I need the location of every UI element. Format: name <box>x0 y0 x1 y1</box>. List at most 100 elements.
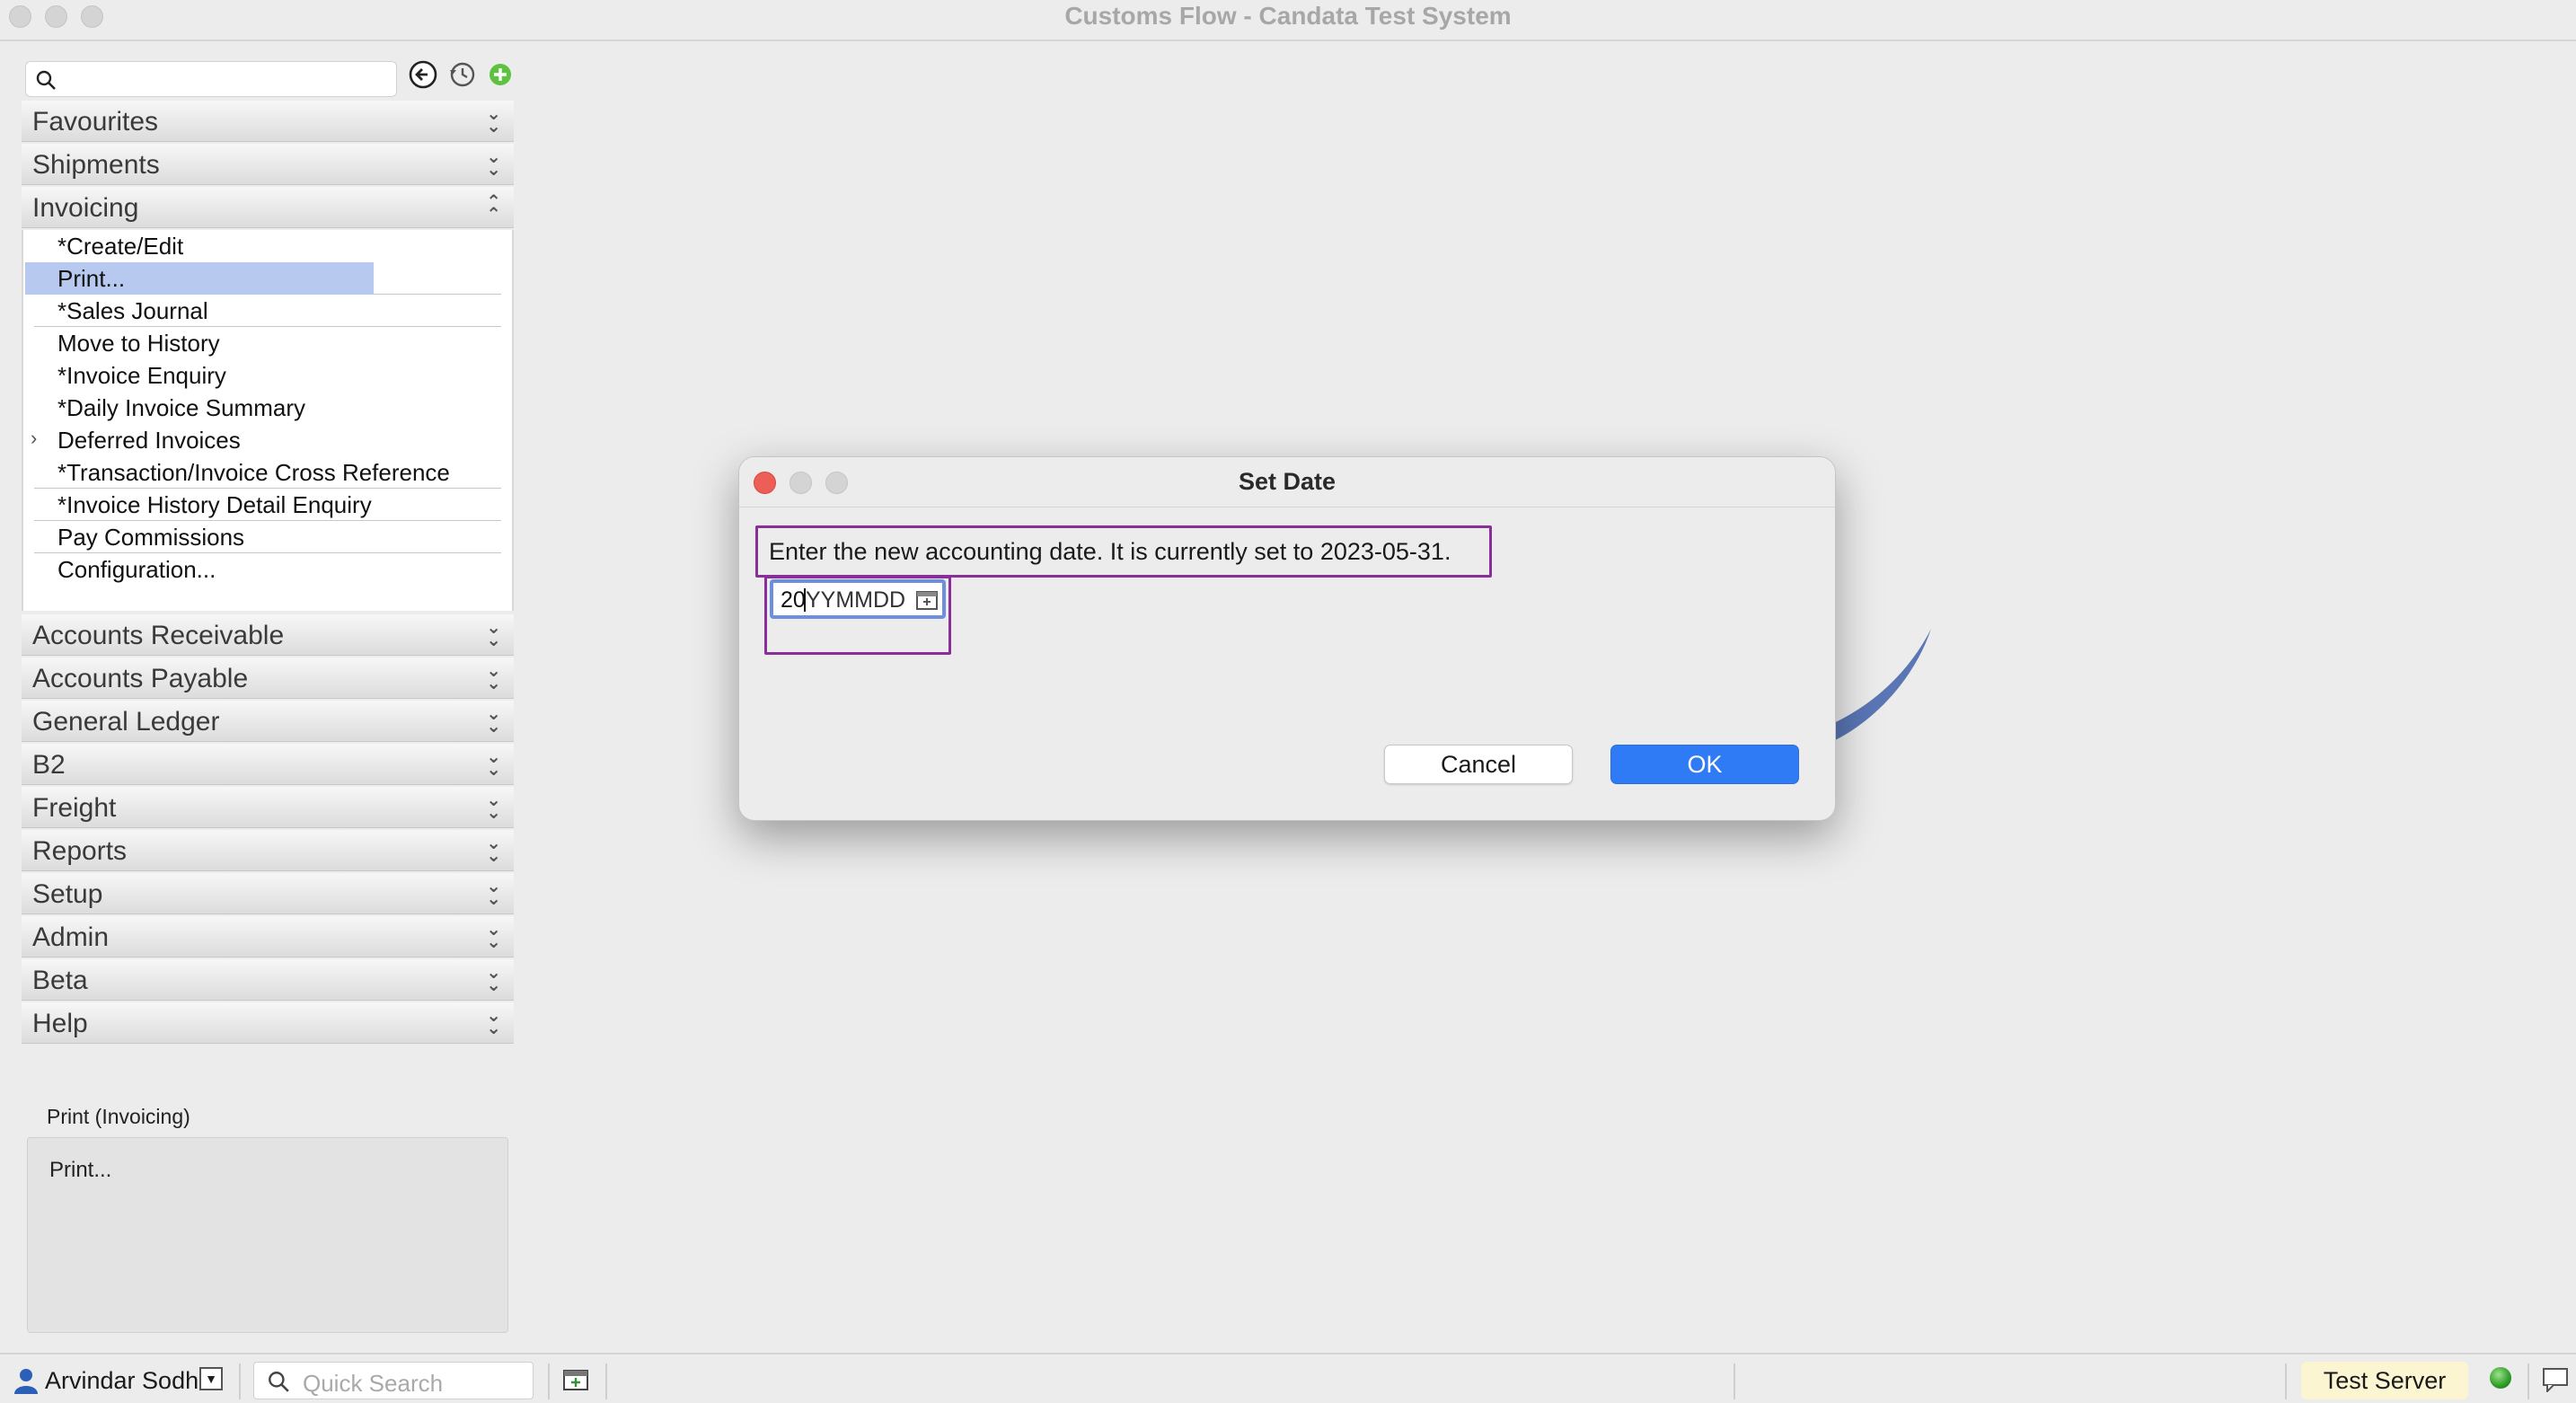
search-icon <box>36 70 56 90</box>
menu-item-label: *Invoice History Detail Enquiry <box>57 491 372 518</box>
status-divider <box>605 1363 607 1399</box>
section-label: Freight <box>32 793 117 823</box>
menu-item-configuration[interactable]: Configuration... <box>34 553 501 586</box>
info-panel-text: Print... <box>49 1158 112 1182</box>
chevron-down-icon: ⌄ ⌄ <box>486 747 501 780</box>
section-label: Setup <box>32 879 103 909</box>
chevron-down-icon: ⌄ ⌄ <box>486 963 501 995</box>
status-bar: Arvindar Sodhi ▼ Quick Search Test Serve… <box>0 1353 2576 1403</box>
section-label: Shipments <box>32 150 160 180</box>
set-date-dialog: Set Date Enter the new accounting date. … <box>738 456 1836 821</box>
sidebar-search-input[interactable] <box>25 61 397 97</box>
section-label: Favourites <box>32 107 159 137</box>
status-light-icon <box>2490 1367 2511 1389</box>
chevron-up-icon: ⌃ ⌃ <box>486 192 501 225</box>
chevron-down-icon: ⌄ ⌄ <box>486 920 501 952</box>
dialog-message: Enter the new accounting date. It is cur… <box>769 538 1451 565</box>
section-accounts-payable[interactable]: Accounts Payable ⌄ ⌄ <box>22 657 514 699</box>
menu-item-print[interactable]: Print... <box>25 262 501 295</box>
dialog-message-highlight: Enter the new accounting date. It is cur… <box>755 525 1492 578</box>
status-divider <box>2285 1363 2287 1399</box>
section-label: General Ledger <box>32 707 220 737</box>
menu-item-label: Configuration... <box>57 556 216 583</box>
menu-item-label: *Daily Invoice Summary <box>57 394 305 421</box>
section-label: Beta <box>32 966 88 995</box>
calendar-icon[interactable] <box>915 588 939 612</box>
menu-item-daily-invoice-summary[interactable]: *Daily Invoice Summary <box>34 392 501 424</box>
menu-item-label: *Transaction/Invoice Cross Reference <box>57 459 450 486</box>
section-label: Reports <box>32 836 128 866</box>
section-general-ledger[interactable]: General Ledger ⌄ ⌄ <box>22 701 514 742</box>
status-divider <box>1734 1363 1735 1399</box>
section-label: Admin <box>32 922 110 952</box>
chevron-down-icon: ⌄ ⌄ <box>486 661 501 693</box>
user-dropdown-button[interactable]: ▼ <box>199 1367 223 1390</box>
status-divider <box>239 1363 241 1399</box>
section-admin[interactable]: Admin ⌄ ⌄ <box>22 916 514 957</box>
chevron-down-icon: ⌄ ⌄ <box>486 618 501 650</box>
add-icon[interactable] <box>485 59 516 90</box>
window-titlebar: Customs Flow - Candata Test System <box>0 0 2576 41</box>
expand-arrow-icon[interactable]: › <box>31 427 37 450</box>
section-label: Accounts Receivable <box>32 621 285 650</box>
menu-item-label: Deferred Invoices <box>57 427 241 454</box>
menu-item-label: *Create/Edit <box>57 233 184 260</box>
section-shipments[interactable]: Shipments ⌄ ⌄ <box>22 144 514 185</box>
section-b2[interactable]: B2 ⌄ ⌄ <box>22 744 514 785</box>
section-invoicing[interactable]: Invoicing ⌃ ⌃ <box>22 187 514 228</box>
menu-item-label: *Sales Journal <box>57 297 208 324</box>
menu-item-invoice-enquiry[interactable]: *Invoice Enquiry <box>34 359 501 392</box>
server-badge: Test Server <box>2301 1362 2468 1399</box>
calendar-status-icon[interactable] <box>562 1367 589 1392</box>
user-icon <box>14 1369 38 1394</box>
chevron-down-icon: ⌄ ⌄ <box>486 104 501 137</box>
menu-item-label: *Invoice Enquiry <box>57 362 226 389</box>
status-divider <box>548 1363 550 1399</box>
menu-item-sales-journal[interactable]: *Sales Journal <box>34 295 501 327</box>
menu-item-label: Print... <box>57 265 126 292</box>
menu-item-label: Move to History <box>57 330 220 357</box>
section-label: Invoicing <box>32 193 139 223</box>
section-accounts-receivable[interactable]: Accounts Receivable ⌄ ⌄ <box>22 614 514 656</box>
menu-item-move-to-history[interactable]: Move to History <box>34 327 501 359</box>
date-input-placeholder: YYMMDD <box>806 587 906 613</box>
logo-swoosh-graphic <box>1823 629 1931 746</box>
status-divider <box>2527 1363 2529 1399</box>
section-label: Accounts Payable <box>32 664 249 693</box>
history-icon[interactable] <box>447 59 478 90</box>
back-icon[interactable] <box>408 59 438 90</box>
info-panel: Print... <box>27 1137 508 1333</box>
quick-search-input[interactable]: Quick Search <box>253 1362 534 1399</box>
menu-item-invoice-history-detail-enquiry[interactable]: *Invoice History Detail Enquiry <box>34 489 501 521</box>
menu-item-transaction-invoice-cross-reference[interactable]: *Transaction/Invoice Cross Reference <box>34 456 501 489</box>
quick-search-placeholder: Quick Search <box>303 1370 444 1397</box>
section-setup[interactable]: Setup ⌄ ⌄ <box>22 873 514 914</box>
ok-button[interactable]: OK <box>1610 745 1799 784</box>
chevron-down-icon: ⌄ ⌄ <box>486 147 501 180</box>
info-panel-title: Print (Invoicing) <box>47 1105 190 1128</box>
chevron-down-icon: ⌄ ⌄ <box>486 1006 501 1038</box>
chevron-down-icon: ⌄ ⌄ <box>486 877 501 909</box>
menu-item-deferred-invoices[interactable]: › Deferred Invoices <box>31 424 501 456</box>
section-freight[interactable]: Freight ⌄ ⌄ <box>22 787 514 828</box>
accounting-date-input[interactable]: 20 YYMMDD <box>770 579 946 619</box>
section-beta[interactable]: Beta ⌄ ⌄ <box>22 959 514 1001</box>
section-label: B2 <box>32 750 66 780</box>
dialog-titlebar: Set Date <box>739 457 1835 507</box>
chevron-down-icon: ⌄ ⌄ <box>486 790 501 823</box>
user-name[interactable]: Arvindar Sodhi <box>45 1367 204 1395</box>
cancel-button[interactable]: Cancel <box>1384 745 1573 784</box>
section-reports[interactable]: Reports ⌄ ⌄ <box>22 830 514 871</box>
section-favourites[interactable]: Favourites ⌄ ⌄ <box>22 101 514 142</box>
section-label: Help <box>32 1009 88 1038</box>
menu-item-create-edit[interactable]: *Create/Edit <box>34 230 501 262</box>
window-title: Customs Flow - Candata Test System <box>1064 2 1512 30</box>
search-icon <box>269 1372 289 1392</box>
section-help[interactable]: Help ⌄ ⌄ <box>22 1002 514 1044</box>
menu-item-label: Pay Commissions <box>57 524 245 551</box>
chevron-down-icon: ⌄ ⌄ <box>486 834 501 866</box>
menu-item-pay-commissions[interactable]: Pay Commissions <box>34 521 501 553</box>
dialog-title: Set Date <box>1238 468 1337 495</box>
chat-icon[interactable] <box>2542 1367 2569 1392</box>
date-input-value: 20 <box>781 587 806 613</box>
